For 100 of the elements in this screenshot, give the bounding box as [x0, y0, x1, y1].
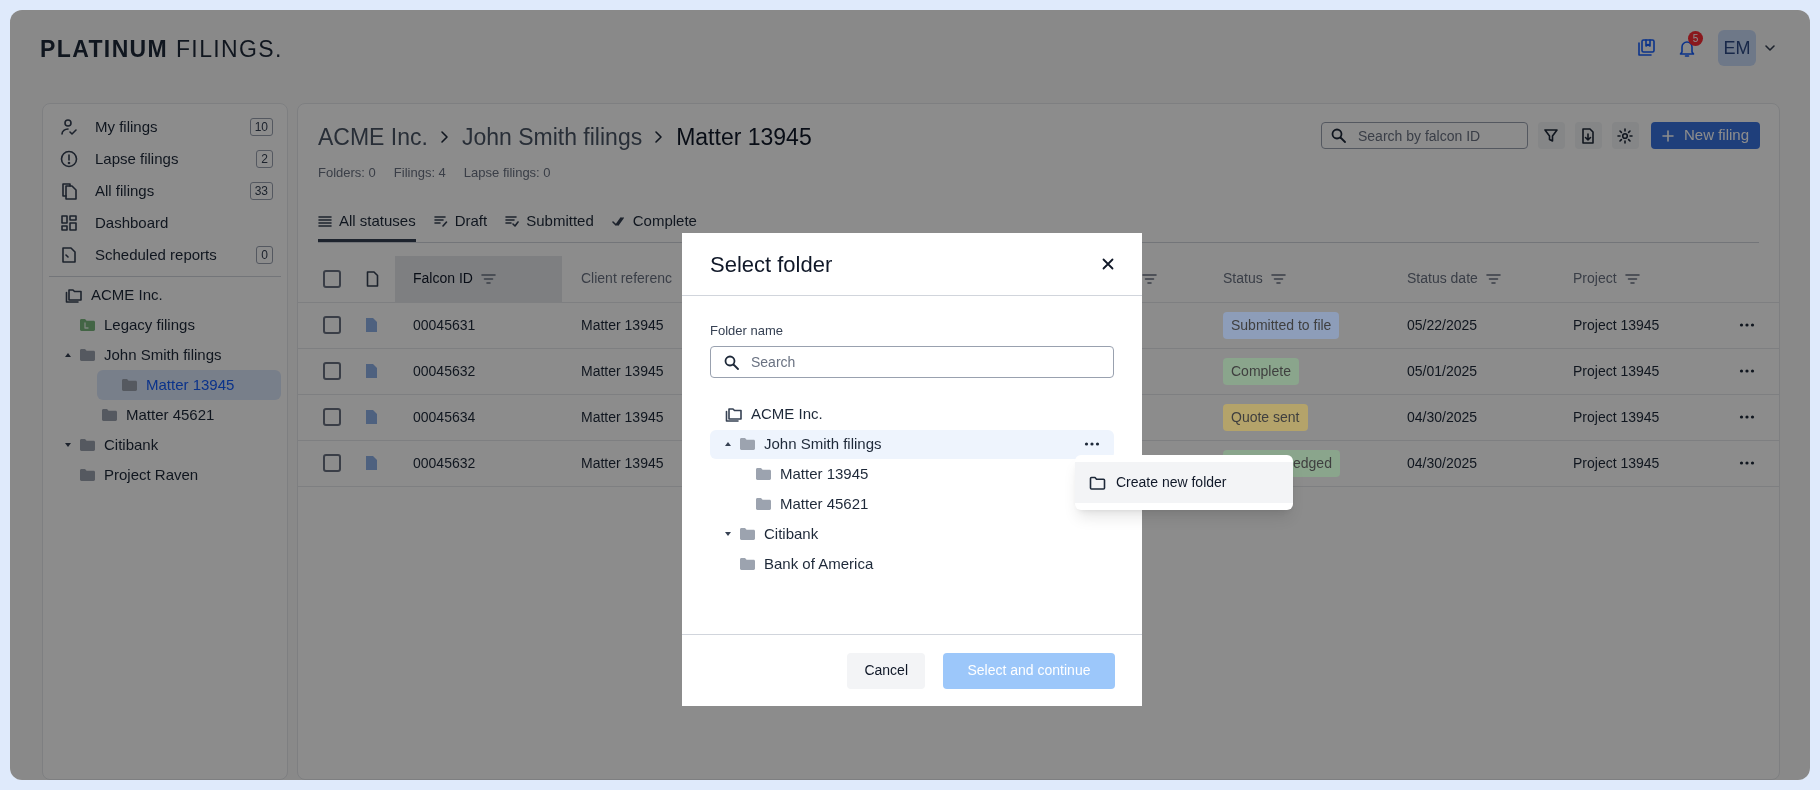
table-cell-text: Project 13945 [1572, 315, 1661, 335]
tree-item[interactable]: Matter 13945 [97, 370, 281, 400]
tree-item[interactable]: John Smith filings [710, 429, 1114, 459]
more-icon[interactable] [1739, 415, 1755, 419]
column-header[interactable]: Status date [1390, 255, 1556, 302]
chevron-down-icon[interactable] [1764, 44, 1776, 52]
checkbox[interactable] [323, 269, 341, 288]
folder-icon [79, 318, 96, 332]
folder-icon [739, 557, 756, 571]
status-tag: Submitted to file [1223, 311, 1340, 339]
new-filing-button[interactable]: New filing [1650, 122, 1760, 149]
column-header[interactable]: Falcon ID [395, 255, 562, 302]
nav-item[interactable]: Lapse filings 2 [49, 143, 281, 175]
document-icon [366, 364, 377, 378]
document-icon [366, 410, 377, 424]
search-icon [1330, 128, 1346, 143]
chevron-right-icon [439, 130, 450, 145]
folder-icon [79, 438, 96, 452]
folder-icon [121, 378, 138, 392]
more-icon[interactable] [1739, 323, 1755, 327]
tree-item[interactable]: ACME Inc. [49, 280, 281, 310]
folder-icon [101, 408, 118, 422]
checklist-icon [505, 214, 520, 228]
filter-icon [1543, 127, 1560, 144]
column-header[interactable]: Client referenc [562, 255, 683, 302]
copy-icon [60, 182, 78, 200]
status-tab[interactable]: Complete [611, 210, 697, 242]
folder-icon [755, 467, 772, 481]
table-cell-text: Project 13945 [1572, 453, 1661, 473]
checkbox[interactable] [323, 454, 341, 472]
settings-button[interactable] [1611, 122, 1639, 149]
filter-button[interactable] [1537, 122, 1565, 149]
breadcrumb-item[interactable]: John Smith filings [461, 120, 643, 155]
filter-icon [1485, 272, 1501, 285]
table-cell-text: 05/01/2025 [1406, 361, 1479, 381]
checkbox[interactable] [323, 362, 341, 380]
notification-count: 5 [1688, 31, 1703, 46]
list-icon [318, 214, 332, 228]
status-tab[interactable]: Draft [433, 210, 488, 242]
menu-item[interactable]: Create new folder [1075, 462, 1293, 503]
alert-icon [60, 150, 78, 168]
document-icon [60, 246, 78, 264]
library-icon[interactable] [1636, 38, 1656, 58]
nav-item[interactable]: My filings 10 [49, 111, 281, 143]
dashboard-icon [60, 214, 78, 232]
filter-icon [1270, 272, 1286, 285]
folder-icon [739, 437, 756, 451]
download-file-button[interactable] [1574, 122, 1602, 149]
edit-list-icon [433, 214, 448, 228]
folder-icon [79, 348, 96, 362]
tree-item[interactable]: Matter 45621 [49, 400, 281, 430]
table-cell-text: 00045631 [412, 315, 477, 335]
tree-item[interactable]: Citibank [710, 519, 1114, 549]
document-icon [366, 456, 377, 470]
download-file-icon [1580, 127, 1597, 144]
tree-item[interactable]: John Smith filings [49, 340, 281, 370]
table-cell-text: Matter 13945 [580, 361, 665, 381]
more-icon[interactable] [1739, 461, 1755, 465]
search-field[interactable]: Search by falcon ID [1320, 122, 1528, 149]
table-cell-text: 05/22/2025 [1406, 315, 1479, 335]
tree-item[interactable]: Bank of America [710, 549, 1114, 579]
breadcrumb-item[interactable]: ACME Inc. [318, 120, 428, 155]
stat-text: Lapse filings: 0 [463, 163, 551, 182]
count-badge: 0 [256, 246, 273, 264]
filter-icon [1624, 272, 1640, 285]
double-check-icon [611, 214, 626, 228]
column-header[interactable]: Status [1206, 255, 1390, 302]
count-badge: 10 [249, 118, 273, 136]
folder-outline-icon [1089, 475, 1106, 490]
tree-item[interactable]: ACME Inc. [710, 399, 1114, 429]
nav-item[interactable]: All filings 33 [49, 175, 281, 207]
user-avatar[interactable]: EM [1718, 30, 1756, 66]
logo: PLATINUM FILINGS. [40, 35, 283, 64]
folders-icon [725, 406, 743, 422]
more-icon[interactable] [1084, 442, 1100, 446]
search-field[interactable]: Search [710, 345, 1114, 378]
nav-item[interactable]: Scheduled reports 0 [49, 239, 281, 271]
tree-item[interactable]: Citibank [49, 430, 281, 460]
checkbox[interactable] [323, 408, 341, 426]
breadcrumb-item: Matter 13945 [676, 123, 812, 152]
close-icon[interactable] [1102, 258, 1114, 270]
dialog-title: Select folder [710, 250, 833, 279]
folders-icon [65, 287, 83, 303]
status-tab[interactable]: All statuses [318, 210, 416, 242]
table-cell-text: Project 13945 [1572, 361, 1661, 381]
tree-item[interactable]: Legacy filings [49, 310, 281, 340]
status-tab[interactable]: Submitted [505, 210, 594, 242]
folder-icon [755, 497, 772, 511]
checkbox[interactable] [323, 316, 341, 334]
column-header[interactable]: Project [1556, 255, 1731, 302]
document-icon [366, 270, 379, 287]
stat-text: Folders: 0 [318, 163, 376, 182]
tree-item[interactable]: Project Raven [49, 460, 281, 490]
nav-item[interactable]: Dashboard [49, 207, 281, 239]
notifications-button[interactable]: 5 [1678, 31, 1703, 58]
table-cell-text: 04/30/2025 [1406, 407, 1479, 427]
table-cell-text: 00045632 [412, 453, 477, 473]
more-icon[interactable] [1739, 369, 1755, 373]
cancel-button[interactable]: Cancel [847, 652, 925, 689]
settings-icon [1617, 127, 1634, 144]
